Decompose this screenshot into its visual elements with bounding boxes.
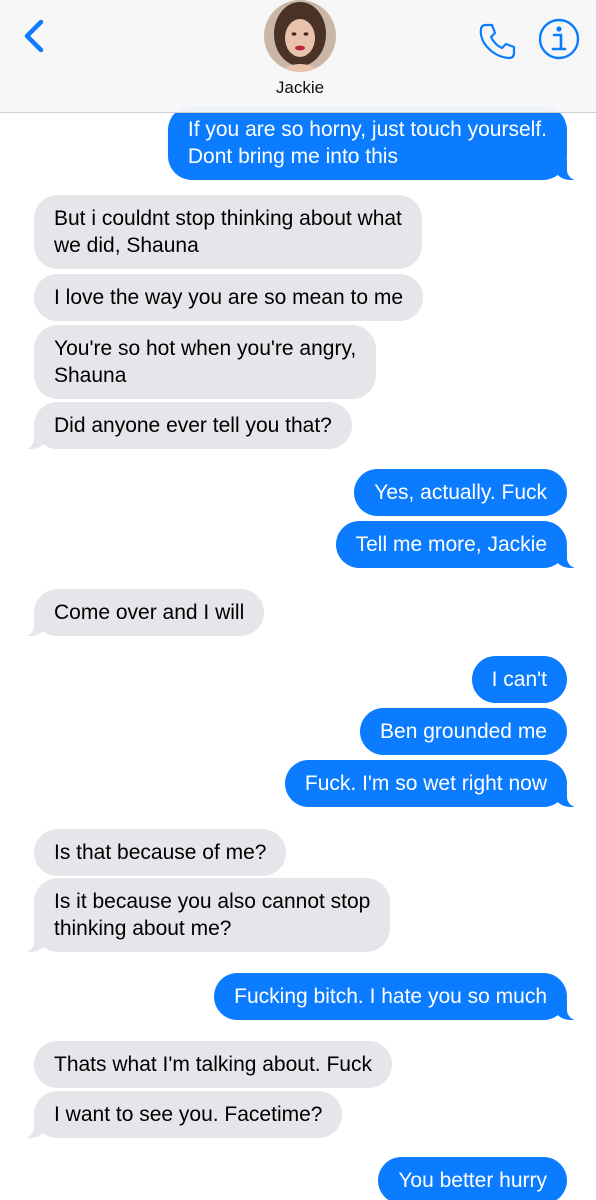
message-bubble-outgoing[interactable]: I can't bbox=[471, 656, 567, 703]
message-line: Is it because you also cannot stop bbox=[54, 890, 371, 913]
conversation-header: Jackie bbox=[0, 0, 596, 113]
message-bubble-incoming[interactable]: Is it because you also cannot stop think… bbox=[23, 878, 391, 952]
message-bubble-incoming[interactable]: Is that because of me? bbox=[34, 829, 287, 876]
message-line: Thats what I'm talking about. Fuck bbox=[54, 1053, 372, 1076]
message-bubble-outgoing[interactable]: Ben grounded me bbox=[360, 708, 567, 755]
message-line: But i couldnt stop thinking about what bbox=[54, 207, 402, 230]
message-line: Dont bring me into this bbox=[187, 145, 398, 168]
message-bubble-incoming[interactable]: I love the way you are so mean to me bbox=[34, 274, 424, 321]
message-bubble-outgoing[interactable]: You better hurry bbox=[378, 1157, 567, 1200]
message-bubble-incoming[interactable]: But i couldnt stop thinking about what w… bbox=[34, 195, 422, 269]
message-bubble-outgoing[interactable]: Yes, actually. Fuck bbox=[354, 469, 567, 516]
message-line: thinking about me? bbox=[54, 917, 232, 940]
message-line: You better hurry bbox=[398, 1169, 547, 1192]
message-line: Tell me more, Jackie bbox=[355, 533, 547, 556]
phone-icon bbox=[479, 23, 516, 60]
contact-photo-icon bbox=[264, 0, 336, 72]
message-line: Fuck. I'm so wet right now bbox=[304, 772, 547, 795]
message-bubble-incoming[interactable]: Thats what I'm talking about. Fuck bbox=[34, 1041, 392, 1088]
message-line: we did, Shauna bbox=[54, 234, 199, 257]
message-line: Is that because of me? bbox=[54, 841, 267, 864]
message-line: Come over and I will bbox=[54, 601, 245, 624]
message-bubble-outgoing[interactable]: Fuck. I'm so wet right now bbox=[284, 760, 578, 807]
message-thread[interactable]: If you are so horny, just touch yourself… bbox=[0, 0, 596, 1200]
avatar[interactable] bbox=[264, 0, 336, 72]
message-line: I can't bbox=[491, 668, 547, 691]
message-line: If you are so horny, just touch yourself… bbox=[187, 118, 547, 141]
message-line: You're so hot when you're angry, bbox=[54, 337, 357, 360]
message-line: Shauna bbox=[54, 364, 127, 387]
message-bubble-incoming[interactable]: You're so hot when you're angry, Shauna bbox=[34, 325, 377, 399]
message-bubble-outgoing[interactable]: If you are so horny, just touch yourself… bbox=[167, 106, 578, 180]
message-bubble-incoming[interactable]: Come over and I will bbox=[23, 589, 265, 636]
message-bubble-outgoing[interactable]: Tell me more, Jackie bbox=[335, 521, 578, 568]
message-bubble-outgoing[interactable]: Fucking bitch. I hate you so much bbox=[214, 973, 577, 1020]
message-line: Fucking bitch. I hate you so much bbox=[234, 985, 547, 1008]
message-line: Did anyone ever tell you that? bbox=[54, 414, 332, 437]
message-line: Yes, actually. Fuck bbox=[374, 481, 547, 504]
message-bubble-incoming[interactable]: Did anyone ever tell you that? bbox=[24, 402, 352, 449]
info-button[interactable] bbox=[536, 16, 582, 62]
message-bubble-incoming[interactable]: I want to see you. Facetime? bbox=[23, 1091, 343, 1138]
message-line: I love the way you are so mean to me bbox=[54, 286, 404, 309]
call-button[interactable] bbox=[474, 18, 520, 64]
message-line: I want to see you. Facetime? bbox=[54, 1103, 323, 1126]
contact-name[interactable]: Jackie bbox=[0, 78, 596, 98]
info-icon bbox=[538, 18, 580, 60]
message-line: Ben grounded me bbox=[380, 720, 547, 743]
chevron-left-icon bbox=[24, 19, 44, 53]
back-button[interactable] bbox=[14, 14, 54, 58]
